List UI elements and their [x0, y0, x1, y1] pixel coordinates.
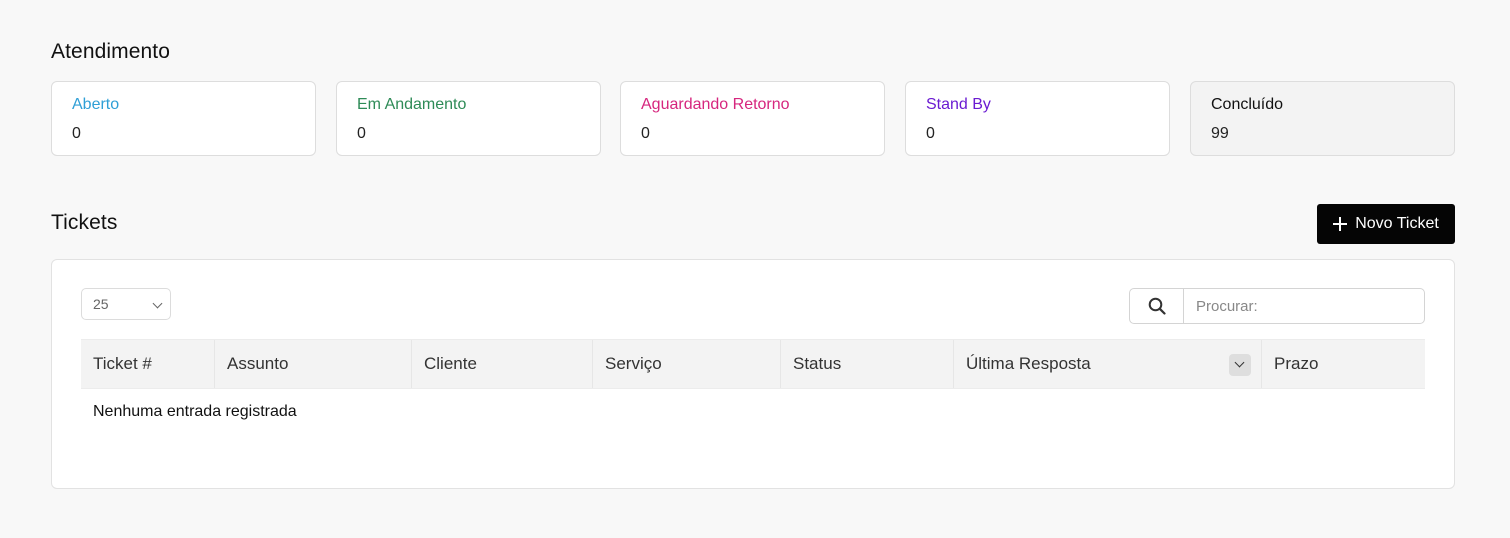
status-card-label: Em Andamento	[357, 96, 467, 113]
column-header-cliente[interactable]: Cliente	[412, 340, 593, 388]
status-card-count: 0	[72, 125, 81, 142]
tickets-table-panel: 25 Ticket # Assunto Cliente Serviço Stat…	[51, 259, 1455, 489]
atendimento-title: Atendimento	[51, 40, 171, 63]
status-card-count: 0	[641, 125, 650, 142]
search-button[interactable]	[1130, 289, 1184, 323]
column-header-servico[interactable]: Serviço	[593, 340, 781, 388]
column-header-assunto[interactable]: Assunto	[215, 340, 412, 388]
column-header-ticket[interactable]: Ticket #	[81, 340, 215, 388]
sort-descending-icon[interactable]	[1229, 354, 1251, 376]
column-header-label: Última Resposta	[966, 354, 1091, 373]
tickets-title: Tickets	[51, 211, 118, 234]
status-card-aberto[interactable]: Aberto 0	[51, 81, 316, 156]
page-length-select[interactable]: 25	[81, 288, 171, 320]
status-card-concluido[interactable]: Concluído 99	[1190, 81, 1455, 156]
status-card-label: Aberto	[72, 96, 120, 113]
search-box	[1129, 288, 1425, 324]
chevron-down-icon	[152, 298, 163, 309]
table-header: Ticket # Assunto Cliente Serviço Status …	[81, 339, 1425, 389]
page-length-value: 25	[93, 296, 109, 312]
empty-table-message: Nenhuma entrada registrada	[93, 403, 297, 420]
status-card-label: Aguardando Retorno	[641, 96, 790, 113]
status-card-stand-by[interactable]: Stand By 0	[905, 81, 1170, 156]
search-icon	[1148, 297, 1166, 315]
status-card-em-andamento[interactable]: Em Andamento 0	[336, 81, 601, 156]
status-card-aguardando-retorno[interactable]: Aguardando Retorno 0	[620, 81, 885, 156]
status-card-count: 0	[357, 125, 366, 142]
status-card-count: 99	[1211, 125, 1229, 142]
column-header-ultima-resposta[interactable]: Última Resposta	[954, 340, 1262, 388]
search-input[interactable]	[1184, 289, 1424, 323]
status-cards: Aberto 0 Em Andamento 0 Aguardando Retor…	[51, 81, 1455, 156]
status-card-label: Stand By	[926, 96, 991, 113]
plus-icon	[1333, 217, 1348, 231]
new-ticket-button[interactable]: Novo Ticket	[1317, 204, 1455, 244]
status-card-count: 0	[926, 125, 935, 142]
status-card-label: Concluído	[1211, 96, 1284, 113]
column-header-status[interactable]: Status	[781, 340, 954, 388]
new-ticket-button-label: Novo Ticket	[1355, 215, 1439, 232]
column-header-prazo[interactable]: Prazo	[1262, 340, 1425, 388]
